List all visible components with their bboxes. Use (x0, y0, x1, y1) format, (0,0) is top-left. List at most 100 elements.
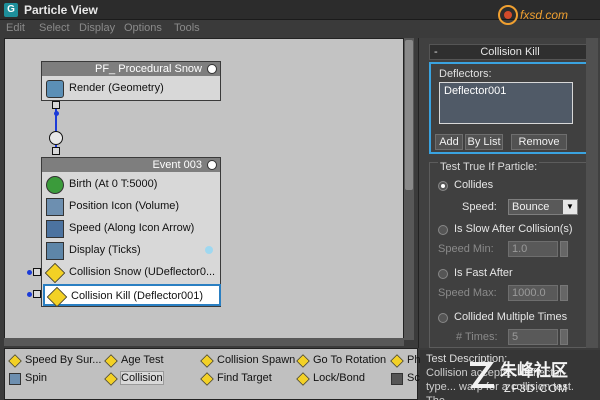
operator-display[interactable]: Display (Ticks) (43, 240, 219, 262)
operator-label: Speed (Along Icon Arrow) (69, 222, 195, 234)
operator-birth[interactable]: Birth (At 0 T:5000) (43, 174, 219, 196)
test-icon (390, 354, 404, 368)
panel-scrollbar[interactable] (586, 38, 598, 348)
event-node-header[interactable]: Event 003 (42, 158, 220, 172)
add-button[interactable]: Add (435, 134, 463, 150)
fast-after-radio[interactable] (438, 269, 448, 279)
footer-watermark-cn: 朱峰社区 (500, 360, 568, 381)
source-node-header[interactable]: PF_ Procedural Snow (42, 62, 220, 76)
watermark-logo: fxsd.com (498, 5, 568, 25)
rollout-header[interactable]: - Collision Kill (429, 44, 591, 60)
test-true-if-group: Test True If Particle: Collides Speed: B… (429, 161, 593, 348)
menu-display[interactable]: Display (79, 22, 115, 34)
palette-item-label: Collision Spawn (217, 354, 296, 366)
deflector-list-item[interactable]: Deflector001 (444, 85, 568, 97)
test-icon (296, 372, 310, 386)
operator-label: Render (Geometry) (69, 82, 164, 94)
operator-collision-kill[interactable]: Collision Kill (Deflector001) (43, 284, 221, 308)
speed-max-field[interactable]: 1000.0 (508, 285, 558, 301)
app-icon: G (4, 3, 18, 17)
speed-min-spinner[interactable] (560, 241, 568, 257)
menu-tools[interactable]: Tools (174, 22, 200, 34)
script-icon (391, 373, 403, 385)
palette-item-label: Go To Rotation (313, 354, 387, 366)
test-output-dot (27, 292, 32, 297)
collided-multiple-radio[interactable] (438, 313, 448, 323)
collision-icon (46, 286, 68, 308)
display-color-swatch[interactable] (205, 246, 213, 254)
operator-label: Collision Snow (UDeflector0... (69, 266, 216, 278)
graph-horizontal-scrollbar[interactable] (4, 338, 404, 346)
operator-collision-snow[interactable]: Collision Snow (UDeflector0... (43, 262, 219, 284)
test-icon (296, 354, 310, 368)
bulb-icon[interactable] (207, 64, 217, 74)
operator-position-icon[interactable]: Position Icon (Volume) (43, 196, 219, 218)
times-label: # Times: (456, 331, 498, 343)
event-node-title: Event 003 (152, 159, 202, 171)
display-icon (46, 242, 64, 260)
source-node[interactable]: PF_ Procedural Snow Render (Geometry) (41, 61, 221, 101)
chevron-down-icon[interactable]: ▼ (563, 200, 577, 214)
footer-watermark-logo: 朱峰社区 ZF3D.COM (470, 360, 568, 395)
palette-item-label: Ph (407, 354, 421, 366)
operator-label: Birth (At 0 T:5000) (69, 178, 158, 190)
fast-after-label: Is Fast After (454, 267, 513, 279)
operator-palette: Speed By Sur... Age Test Collision Spawn… (4, 348, 421, 400)
by-list-button[interactable]: By List (465, 134, 503, 150)
speed-icon (46, 220, 64, 238)
bulb-icon[interactable] (207, 160, 217, 170)
test-output-port[interactable] (33, 290, 41, 298)
speed-max-spinner[interactable] (560, 285, 568, 301)
speed-label: Speed: (462, 201, 497, 213)
palette-item-label: Speed By Sur... (25, 354, 102, 366)
deflectors-group: Deflectors: Deflector001 Add By List Rem… (429, 62, 593, 154)
palette-item-label: Find Target (217, 372, 272, 384)
rollout-title: Collision Kill (480, 46, 540, 58)
menu-edit[interactable]: Edit (6, 22, 25, 34)
connector-circle[interactable] (49, 131, 63, 145)
operator-speed[interactable]: Speed (Along Icon Arrow) (43, 218, 219, 240)
operator-render[interactable]: Render (Geometry) (43, 78, 219, 100)
position-icon (46, 198, 64, 216)
test-icon (104, 372, 118, 386)
speed-min-label: Speed Min: (438, 243, 494, 255)
operator-label: Display (Ticks) (69, 244, 141, 256)
event-node[interactable]: Event 003 Birth (At 0 T:5000) Position I… (41, 157, 221, 308)
times-field[interactable]: 5 (508, 329, 558, 345)
watermark-text: fxsd.com (520, 8, 568, 22)
deflector-list[interactable]: Deflector001 (439, 82, 573, 124)
test-icon (200, 372, 214, 386)
test-output-port[interactable] (33, 268, 41, 276)
collapse-icon[interactable]: - (434, 45, 438, 59)
speed-max-label: Speed Max: (438, 287, 497, 299)
parameters-panel: - Collision Kill Deflectors: Deflector00… (418, 38, 600, 348)
speed-dropdown[interactable]: Bounce ▼ (508, 199, 578, 215)
footer-watermark-en: ZF3D.COM (504, 383, 568, 395)
speed-min-field[interactable]: 1.0 (508, 241, 558, 257)
source-node-title: PF_ Procedural Snow (95, 63, 202, 75)
spin-icon (9, 373, 21, 385)
times-spinner[interactable] (560, 329, 568, 345)
speed-surface-icon (8, 354, 22, 368)
collided-multiple-label: Collided Multiple Times (454, 311, 568, 323)
particle-graph-canvas[interactable]: PF_ Procedural Snow Render (Geometry) Ev… (4, 38, 404, 340)
remove-button[interactable]: Remove (511, 134, 567, 150)
test-icon (200, 354, 214, 368)
menu-options[interactable]: Options (124, 22, 162, 34)
graph-vertical-scrollbar[interactable] (404, 38, 414, 340)
scrollbar-thumb[interactable] (405, 40, 413, 190)
palette-item-label: Lock/Bond (313, 372, 365, 384)
menu-select[interactable]: Select (39, 22, 70, 34)
operator-label: Collision Kill (Deflector001) (71, 290, 204, 302)
output-port[interactable] (52, 101, 60, 109)
slow-after-collision-radio[interactable] (438, 225, 448, 235)
palette-item-label: Sc (407, 372, 420, 384)
collides-radio[interactable] (438, 181, 448, 191)
input-port[interactable] (52, 147, 60, 155)
birth-icon (46, 176, 64, 194)
title-bar: G Particle View fxsd.com (0, 0, 600, 25)
render-icon (46, 80, 64, 98)
speed-dropdown-value: Bounce (512, 201, 550, 213)
deflectors-label: Deflectors: (439, 68, 492, 80)
window-title: Particle View (24, 3, 98, 17)
